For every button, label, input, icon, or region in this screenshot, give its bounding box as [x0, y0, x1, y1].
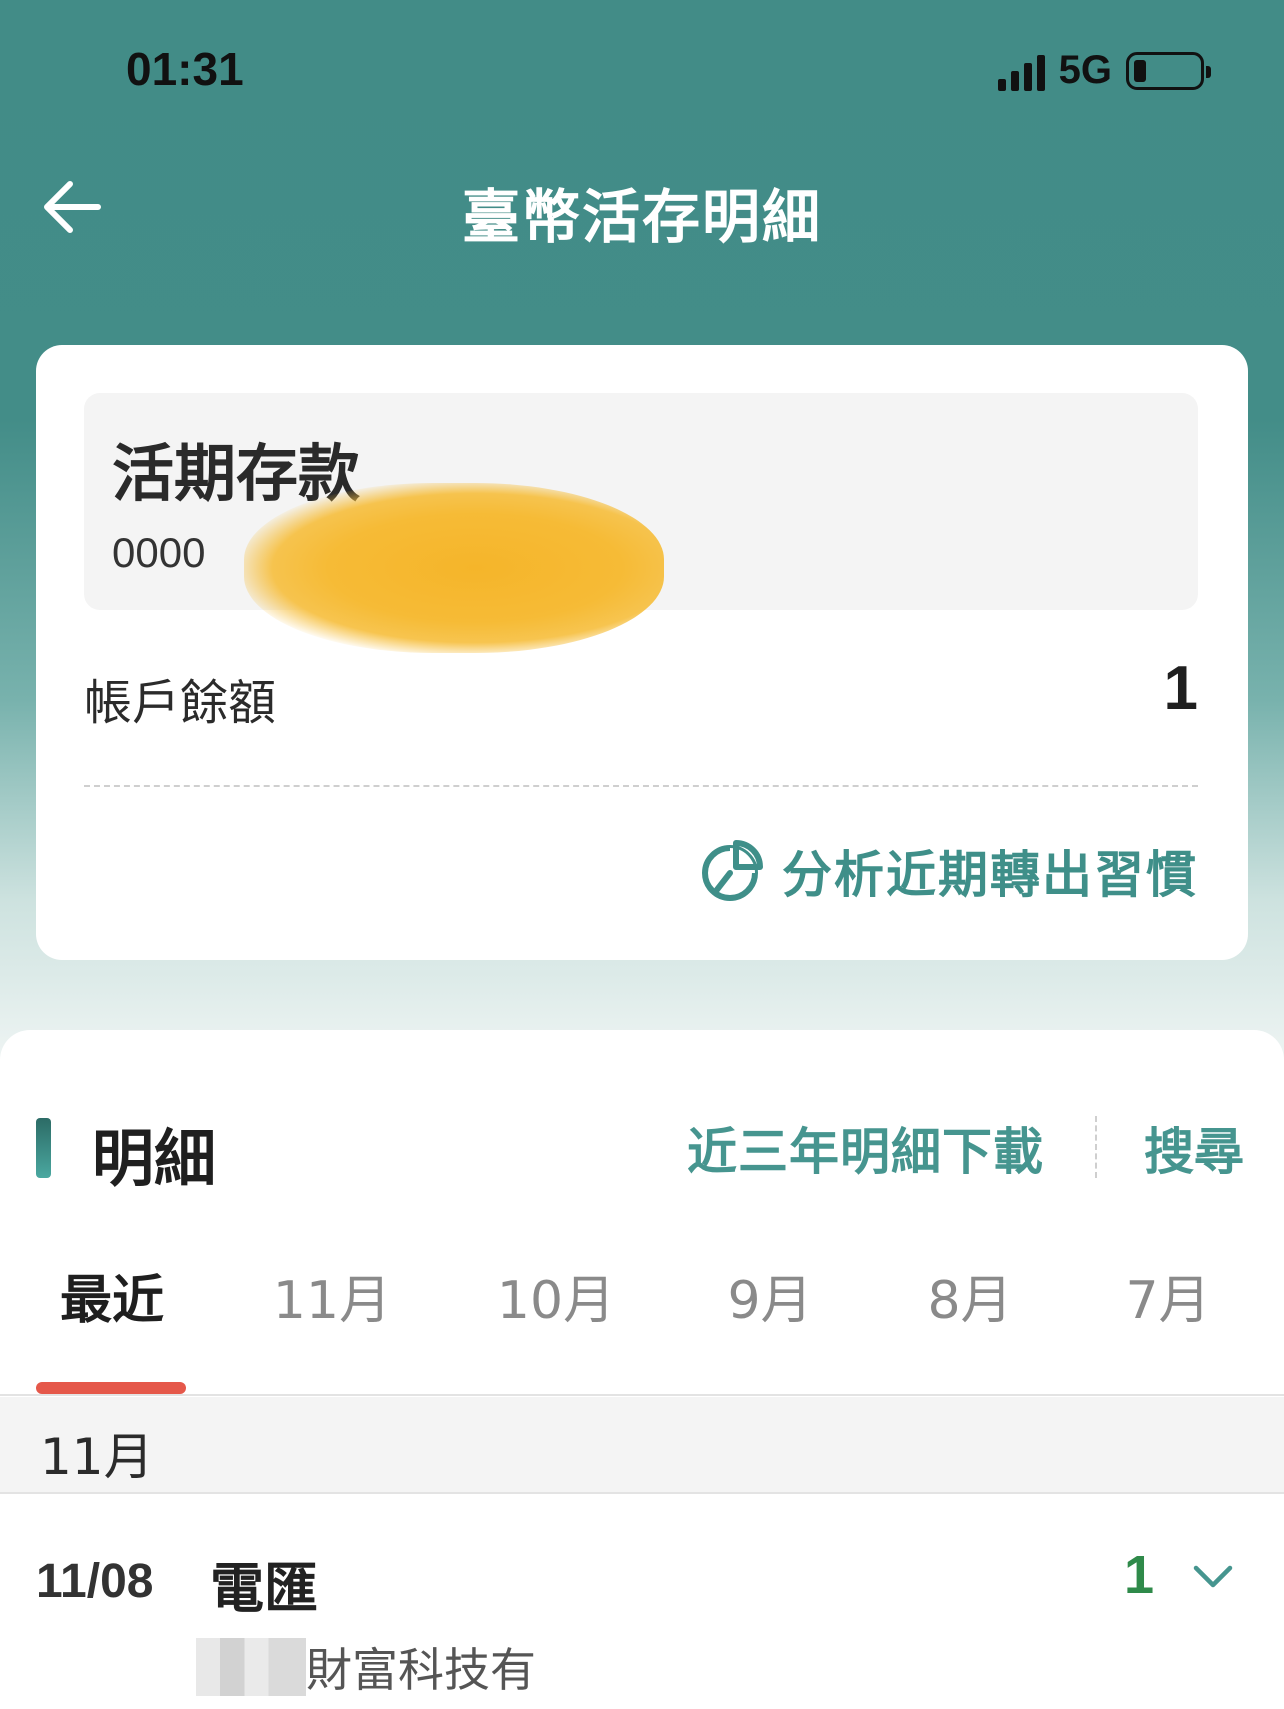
tab-nov[interactable]: 11月: [242, 1258, 422, 1333]
redaction-blur: [196, 1638, 306, 1696]
chevron-down-icon[interactable]: [1190, 1558, 1236, 1594]
month-tabs: 最近 11月 10月 9月 8月 7月: [0, 1258, 1284, 1396]
transaction-amount: 1: [1123, 1545, 1154, 1605]
account-card: 活期存款 0000 帳戶餘額 1 分析近期轉出習慣: [36, 345, 1248, 960]
tab-jul[interactable]: 7月: [1078, 1258, 1258, 1333]
month-group-label: 11月: [40, 1428, 154, 1486]
status-time: 01:31: [126, 43, 244, 95]
page-title: 臺幣活存明細: [461, 183, 822, 251]
transaction-date: 11/08: [36, 1555, 154, 1608]
signal-icon: [997, 51, 1045, 91]
section-accent-bar: [36, 1118, 51, 1178]
active-tab-indicator: [36, 1382, 186, 1394]
search-button[interactable]: 搜尋: [1144, 1112, 1244, 1184]
battery-icon: [1126, 51, 1211, 90]
counterparty-name: 財富科技有: [306, 1643, 536, 1697]
pie-chart-icon: [702, 840, 763, 901]
tab-recent[interactable]: 最近: [22, 1258, 202, 1333]
month-group-header: 11月: [0, 1397, 1284, 1494]
transaction-row[interactable]: 11/08 電匯 1 財富科技有: [0, 1496, 1284, 1709]
account-number: 0000: [112, 529, 206, 576]
account-info-box[interactable]: 活期存款 0000: [84, 393, 1198, 653]
tab-oct[interactable]: 10月: [466, 1258, 646, 1333]
transaction-type: 電匯: [210, 1557, 318, 1620]
details-panel: 明細 近三年明細下載 搜尋 最近 11月 10月 9月 8月 7月 11月 11…: [0, 1030, 1284, 1709]
network-type: 5G: [1058, 48, 1112, 92]
analysis-link[interactable]: 分析近期轉出習慣: [700, 835, 1198, 907]
transaction-counterparty: 財富科技有: [196, 1634, 536, 1700]
redaction-mark: [244, 483, 664, 653]
action-divider: [1095, 1116, 1097, 1178]
tab-aug[interactable]: 8月: [880, 1258, 1060, 1333]
tab-sep[interactable]: 9月: [680, 1258, 860, 1333]
analysis-label: 分析近期轉出習慣: [782, 846, 1198, 904]
balance-value: 1: [1163, 654, 1198, 723]
balance-label: 帳戶餘額: [84, 675, 277, 731]
status-indicators: 5G: [997, 48, 1211, 93]
download-button[interactable]: 近三年明細下載: [687, 1112, 1044, 1184]
card-divider: [84, 785, 1198, 787]
section-title: 明細: [92, 1122, 217, 1195]
